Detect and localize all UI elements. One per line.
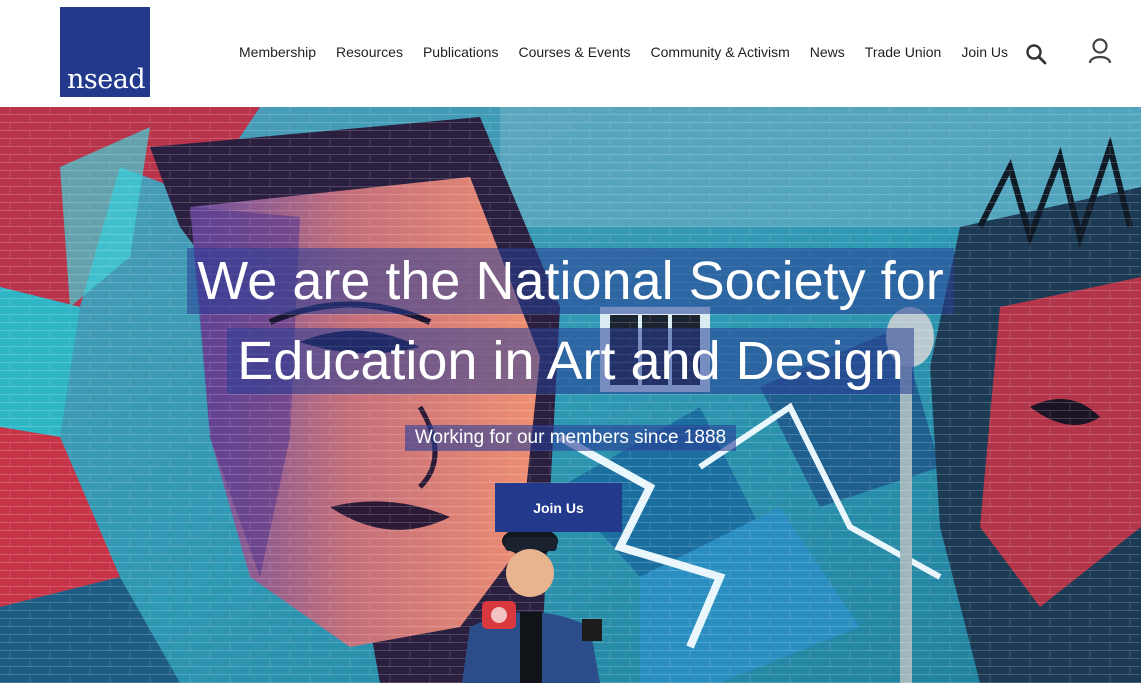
nav-trade-union[interactable]: Trade Union [865, 44, 942, 60]
nav-courses-events[interactable]: Courses & Events [518, 44, 630, 60]
main-nav: Membership Resources Publications Course… [229, 42, 1018, 62]
hero-tagline: Working for our members since 1888 [404, 425, 737, 451]
nav-publications[interactable]: Publications [423, 44, 499, 60]
hero-banner: We are the National Society for Educatio… [0, 107, 1141, 683]
hero-headline-line-1: We are the National Society for [187, 248, 954, 314]
search-icon[interactable] [1024, 42, 1048, 66]
user-icon[interactable] [1086, 37, 1114, 65]
site-header: nsead Membership Resources Publications … [0, 0, 1141, 107]
tagline-wrap: Working for our members since 1888 [0, 425, 1141, 451]
page-bottom-edge [0, 683, 1141, 691]
headline-line-2-wrap: Education in Art and Design [0, 328, 1141, 394]
logo-text: nsead [67, 64, 146, 95]
street-mural-image [0, 107, 1141, 683]
headline-line-1-wrap: We are the National Society for [0, 248, 1141, 314]
nav-resources[interactable]: Resources [336, 44, 403, 60]
hero-headline-line-2: Education in Art and Design [227, 328, 914, 394]
join-us-button[interactable]: Join Us [495, 483, 622, 532]
nav-join-us[interactable]: Join Us [961, 44, 1008, 60]
nsead-logo[interactable]: nsead [60, 7, 150, 97]
nav-news[interactable]: News [810, 44, 845, 60]
nav-membership[interactable]: Membership [239, 44, 316, 60]
nav-community-activism[interactable]: Community & Activism [651, 44, 790, 60]
